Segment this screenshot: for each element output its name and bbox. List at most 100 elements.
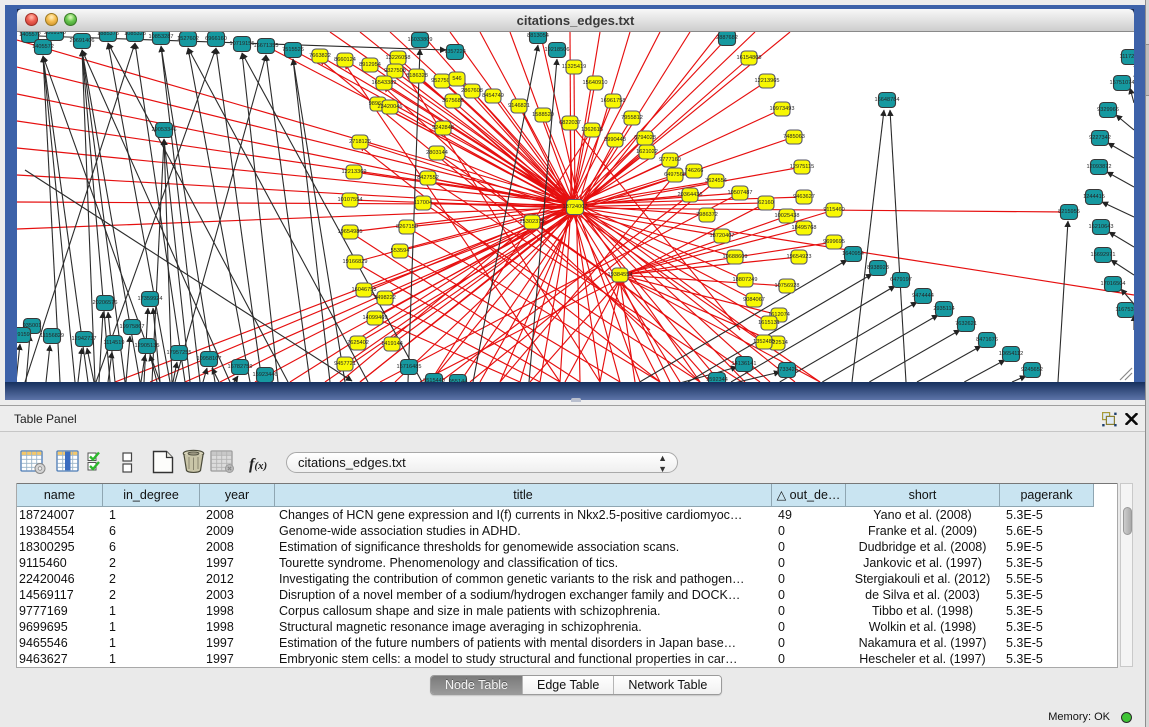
svg-text:9329966: 9329966 — [1097, 107, 1119, 113]
svg-text:9457721: 9457721 — [334, 361, 356, 367]
svg-text:8660124: 8660124 — [334, 57, 356, 63]
svg-text:10107554: 10107554 — [338, 197, 363, 203]
svg-text:2718126: 2718126 — [349, 139, 371, 145]
svg-text:16961758: 16961758 — [601, 98, 626, 104]
svg-text:16210643: 16210643 — [1089, 224, 1114, 230]
svg-text:25302375: 25302375 — [520, 219, 545, 225]
svg-text:19654923: 19654923 — [787, 254, 812, 260]
svg-text:10507487: 10507487 — [728, 190, 753, 196]
svg-text:15692971: 15692971 — [1091, 252, 1116, 258]
svg-text:8938923: 8938923 — [867, 265, 889, 271]
svg-text:6794028: 6794028 — [634, 135, 656, 141]
svg-text:12213369: 12213369 — [342, 169, 367, 175]
svg-text:1419144: 1419144 — [381, 341, 403, 347]
svg-text:19218506: 19218506 — [545, 47, 570, 53]
svg-text:15716485: 15716485 — [397, 364, 422, 370]
svg-text:18495768: 18495768 — [792, 225, 817, 231]
svg-text:1615131: 1615131 — [758, 320, 780, 326]
svg-text:20691406: 20691406 — [70, 38, 95, 44]
svg-text:9327508: 9327508 — [384, 68, 406, 74]
svg-text:8215955: 8215955 — [1058, 209, 1080, 215]
svg-text:10973493: 10973493 — [770, 106, 795, 112]
svg-text:16648784: 16648784 — [875, 97, 900, 103]
svg-text:8427552: 8427552 — [417, 175, 439, 181]
svg-text:16671355: 16671355 — [254, 43, 279, 49]
svg-text:11156829: 11156829 — [40, 333, 64, 339]
svg-text:1117243: 1117243 — [1120, 54, 1134, 60]
svg-text:1588520: 1588520 — [532, 112, 554, 118]
svg-text:1244415: 1244415 — [1083, 194, 1105, 200]
svg-text:10688609: 10688609 — [723, 254, 748, 260]
svg-text:117004: 117004 — [414, 200, 432, 206]
svg-text:18720407: 18720407 — [710, 233, 735, 239]
svg-text:23420046: 23420046 — [378, 104, 403, 110]
svg-text:17957255: 17957255 — [167, 350, 192, 356]
svg-text:12942737: 12942737 — [72, 336, 97, 342]
svg-text:8471676: 8471676 — [976, 337, 998, 343]
svg-text:11325419: 11325419 — [562, 64, 586, 70]
svg-text:9699695: 9699695 — [823, 239, 845, 245]
svg-text:9474444: 9474444 — [912, 293, 934, 299]
svg-text:955144: 955144 — [449, 379, 468, 382]
svg-text:3675685: 3675685 — [442, 98, 464, 104]
svg-text:6822037: 6822037 — [559, 120, 581, 126]
svg-text:16046755: 16046755 — [352, 287, 377, 293]
svg-text:1352485: 1352485 — [753, 339, 775, 345]
svg-text:1885373: 1885373 — [97, 32, 119, 37]
svg-text:9084067: 9084067 — [743, 297, 765, 303]
svg-text:1405572: 1405572 — [32, 44, 54, 50]
svg-text:7515526: 7515526 — [282, 47, 304, 53]
svg-text:17359924: 17359924 — [138, 296, 163, 302]
svg-text:8454749: 8454749 — [482, 93, 504, 99]
svg-text:18724007: 18724007 — [563, 204, 588, 210]
svg-text:746266: 746266 — [685, 168, 704, 174]
svg-text:8990448: 8990448 — [604, 137, 626, 143]
svg-text:2867608: 2867608 — [461, 88, 483, 94]
svg-text:8813054: 8813054 — [527, 33, 549, 39]
svg-text:13226058: 13226058 — [386, 55, 411, 61]
svg-text:6497568: 6497568 — [664, 172, 686, 178]
svg-text:2069140: 2069140 — [44, 32, 66, 36]
svg-text:12213965: 12213965 — [755, 78, 780, 84]
svg-text:9115460: 9115460 — [823, 207, 844, 213]
svg-text:1362615: 1362615 — [581, 127, 603, 133]
svg-text:10756928: 10756928 — [775, 283, 800, 289]
svg-text:1640954: 1640954 — [842, 251, 864, 257]
svg-text:14099469: 14099469 — [363, 315, 388, 321]
svg-text:15751074: 15751074 — [1110, 80, 1134, 86]
svg-text:9227342: 9227342 — [1089, 135, 1111, 141]
svg-text:7625402: 7625402 — [347, 340, 369, 346]
svg-text:7485063: 7485063 — [783, 134, 805, 140]
svg-text:14136141: 14136141 — [732, 361, 757, 367]
svg-text:6966160: 6966160 — [205, 36, 227, 42]
svg-text:f(x): f(x) — [249, 456, 267, 473]
svg-text:1592344: 1592344 — [706, 377, 728, 382]
svg-text:7663822: 7663822 — [309, 53, 331, 59]
svg-text:8186328: 8186328 — [406, 73, 428, 79]
svg-text:7986372: 7986372 — [696, 212, 718, 218]
svg-text:10719155: 10719155 — [230, 41, 255, 47]
svg-text:10025438: 10025438 — [775, 213, 800, 219]
svg-text:12905135: 12905135 — [135, 343, 160, 349]
svg-text:2935114: 2935114 — [933, 306, 954, 312]
svg-text:12975115: 12975115 — [790, 164, 814, 170]
svg-text:19166829: 19166829 — [343, 259, 368, 265]
svg-text:9242848: 9242848 — [432, 125, 454, 131]
svg-text:18807249: 18807249 — [733, 277, 758, 283]
svg-text:19384554: 19384554 — [608, 272, 633, 278]
svg-text:1405572: 1405572 — [19, 32, 41, 38]
svg-text:5498222: 5498222 — [374, 295, 396, 301]
svg-text:19654985: 19654985 — [338, 229, 363, 235]
svg-text:2887682: 2887682 — [716, 35, 738, 41]
svg-text:16782759: 16782759 — [228, 364, 253, 370]
svg-text:15640910: 15640910 — [583, 80, 608, 86]
svg-text:1167533: 1167533 — [1115, 307, 1134, 313]
svg-text:3624554: 3624554 — [705, 178, 727, 184]
svg-text:10958107: 10958107 — [197, 356, 222, 362]
svg-text:9463627: 9463627 — [793, 194, 815, 200]
svg-text:9146821: 9146821 — [508, 103, 530, 109]
svg-text:6479197: 6479197 — [890, 277, 912, 283]
svg-text:8912954: 8912954 — [359, 62, 381, 68]
svg-text:10654112: 10654112 — [999, 351, 1023, 357]
svg-text:62160: 62160 — [758, 200, 774, 206]
